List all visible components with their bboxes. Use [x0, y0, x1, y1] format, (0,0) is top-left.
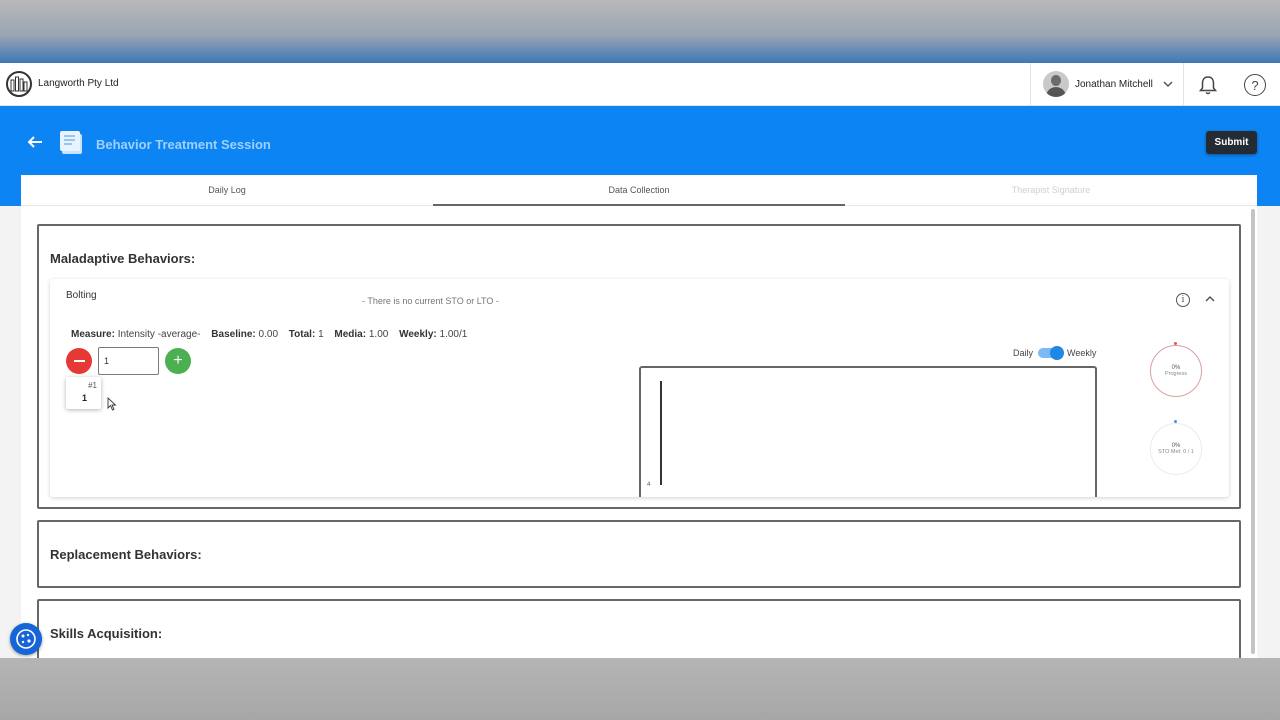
count-input[interactable]: 1 — [98, 347, 159, 375]
user-name: Jonathan Mitchell — [1075, 79, 1153, 90]
page-title: Behavior Treatment Session — [96, 137, 271, 152]
weekly-label: Weekly: — [399, 329, 437, 340]
total-label: Total: — [288, 329, 316, 340]
weekly-value: 1.00/1 — [439, 329, 468, 340]
avatar — [1043, 71, 1069, 97]
daily-weekly-toggle[interactable]: Daily Weekly — [1013, 346, 1097, 360]
entry-value: 1 — [82, 393, 88, 403]
logo-icon[interactable] — [6, 71, 32, 97]
baseline-label: Baseline: — [211, 329, 256, 340]
increment-button[interactable]: + — [165, 348, 191, 374]
user-menu[interactable]: Jonathan Mitchell — [1030, 63, 1184, 106]
sto-gauge: 0% STO Met: 0 / 1 — [1150, 423, 1202, 475]
company-name: Langworth Pty Ltd — [38, 78, 119, 89]
maladaptive-title: Maladaptive Behaviors: — [50, 251, 196, 266]
behavior-card: Bolting - There is no current STO or LTO… — [50, 279, 1229, 497]
skills-section: Skills Acquisition: — [37, 599, 1241, 658]
back-arrow-icon[interactable] — [26, 133, 44, 151]
behavior-name: Bolting — [66, 290, 97, 301]
progress-label: Progress — [1164, 371, 1187, 377]
measure-label: Measure: — [71, 329, 115, 340]
decrement-button[interactable] — [66, 348, 92, 374]
cookie-icon — [16, 629, 36, 649]
toggle-switch[interactable] — [1038, 346, 1065, 360]
media-value: 1.00 — [368, 329, 389, 340]
top-navigation: Langworth Pty Ltd Jonathan Mitchell ? — [0, 63, 1280, 106]
chevron-up-icon[interactable] — [1204, 293, 1216, 305]
chevron-down-icon[interactable] — [1161, 77, 1175, 91]
skills-title: Skills Acquisition: — [50, 626, 163, 641]
baseline-value: 0.00 — [258, 329, 279, 340]
plus-icon: + — [173, 352, 183, 369]
scrollbar[interactable] — [1251, 209, 1255, 654]
app-window: Langworth Pty Ltd Jonathan Mitchell ? Be… — [0, 63, 1280, 658]
total-value: 1 — [318, 329, 324, 340]
replacement-section: Replacement Behaviors: — [37, 520, 1241, 588]
chart-y-axis — [660, 381, 662, 485]
progress-gauge: 0% Progress — [1150, 345, 1202, 397]
bell-icon[interactable] — [1197, 74, 1219, 96]
info-symbol: i — [1181, 295, 1185, 305]
tab-daily-log[interactable]: Daily Log — [21, 175, 433, 205]
entry-number: #1 — [88, 381, 97, 390]
minus-icon — [73, 360, 85, 362]
behavior-chart: 4 — [639, 366, 1097, 497]
replacement-title: Replacement Behaviors: — [50, 547, 202, 562]
screen-top-band — [0, 0, 1280, 63]
measure-value: Intensity -average- — [117, 329, 201, 340]
media-label: Media: — [334, 329, 367, 340]
behavior-stats: Measure: Intensity -average- Baseline: 0… — [71, 329, 467, 340]
toggle-weekly-label: Weekly — [1067, 348, 1097, 358]
info-icon[interactable]: i — [1176, 293, 1190, 307]
chart-tick-label: 4 — [647, 482, 651, 488]
goal-status: - There is no current STO or LTO - — [362, 296, 499, 306]
help-symbol: ? — [1251, 77, 1259, 93]
toggle-daily-label: Daily — [1013, 348, 1034, 358]
submit-button[interactable]: Submit — [1206, 131, 1257, 154]
cursor-icon — [107, 397, 117, 411]
tab-data-collection[interactable]: Data Collection — [433, 175, 845, 206]
maladaptive-section: Maladaptive Behaviors: Bolting - There i… — [37, 224, 1241, 509]
screen-bottom-band — [0, 658, 1280, 720]
help-icon[interactable]: ? — [1244, 74, 1266, 96]
session-tabs: Daily Log Data Collection Therapist Sign… — [21, 175, 1257, 206]
document-icon — [60, 131, 82, 154]
cookie-settings-button[interactable] — [10, 623, 42, 655]
tab-therapist-signature[interactable]: Therapist Signature — [845, 175, 1257, 205]
sto-label: STO Met: 0 / 1 — [1158, 449, 1194, 455]
entry-popup[interactable]: #1 1 — [66, 377, 101, 409]
